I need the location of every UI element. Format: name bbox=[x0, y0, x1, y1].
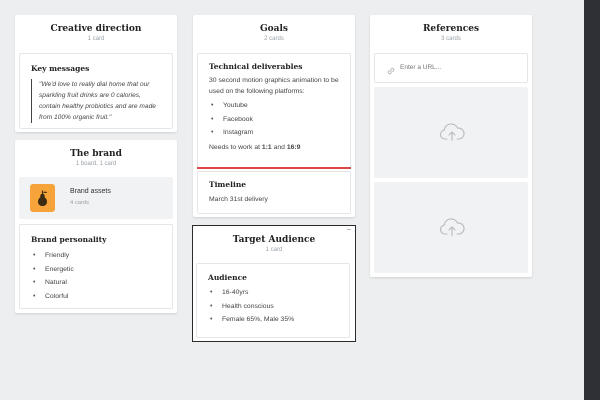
card-title: Brand personality bbox=[31, 235, 107, 244]
note-prefix: Needs to work at bbox=[209, 143, 262, 151]
url-card[interactable] bbox=[374, 53, 528, 83]
list-item: Energetic bbox=[31, 263, 161, 277]
cloud-upload-icon bbox=[439, 217, 465, 242]
platform-list: Youtube Facebook Instagram bbox=[209, 99, 339, 140]
list-item: Friendly bbox=[31, 249, 161, 263]
ratio-square: 1:1 bbox=[261, 143, 272, 151]
list-item: Colorful bbox=[31, 290, 161, 304]
list-item: Natural bbox=[31, 276, 161, 290]
pear-icon bbox=[30, 184, 55, 212]
column-title: Goals bbox=[259, 24, 288, 34]
list-item: Female 65%, Male 35% bbox=[208, 313, 338, 327]
card-title: Audience bbox=[208, 273, 247, 282]
brand-assets-board[interactable]: Brand assets 4 cards bbox=[19, 177, 173, 219]
audience-card[interactable]: Audience 16-40yrs Health conscious Femal… bbox=[196, 263, 350, 338]
link-icon bbox=[386, 63, 396, 81]
list-item: Facebook bbox=[209, 113, 339, 127]
cloud-upload-icon bbox=[439, 122, 465, 147]
column-creative-direction[interactable]: Creative direction 1 card Key messages "… bbox=[15, 15, 177, 132]
timeline-card[interactable]: Timeline March 31st delivery bbox=[197, 171, 351, 214]
upload-placeholder-1[interactable] bbox=[374, 87, 528, 178]
key-messages-card[interactable]: Key messages "We'd love to really dial h… bbox=[19, 53, 173, 129]
resize-handle[interactable] bbox=[347, 229, 351, 232]
technical-intro: 30 second motion graphics animation to b… bbox=[209, 77, 339, 95]
personality-list: Friendly Energetic Natural Colorful bbox=[31, 249, 161, 303]
card-title: Technical deliverables bbox=[209, 62, 303, 71]
technical-note: Needs to work at 1:1 and 16:9 bbox=[209, 142, 339, 153]
upload-placeholder-2[interactable] bbox=[374, 182, 528, 273]
card-title: Key messages bbox=[31, 64, 90, 73]
list-item: Instagram bbox=[209, 126, 339, 140]
column-subtitle: 2 cards bbox=[264, 36, 284, 42]
column-the-brand[interactable]: The brand 1 board, 1 card Brand assets 4… bbox=[15, 140, 177, 313]
audience-list: 16-40yrs Health conscious Female 65%, Ma… bbox=[208, 286, 338, 327]
column-references[interactable]: References 3 cards bbox=[370, 15, 532, 277]
brand-assets-title: Brand assets bbox=[70, 188, 111, 195]
note-mid: and bbox=[271, 143, 287, 151]
column-subtitle: 1 board, 1 card bbox=[75, 161, 117, 167]
column-title: Target Audience bbox=[232, 235, 316, 245]
red-divider bbox=[197, 167, 351, 169]
column-subtitle: 1 card bbox=[87, 36, 105, 42]
right-rail bbox=[584, 0, 600, 400]
technical-deliverables-card[interactable]: Technical deliverables 30 second motion … bbox=[197, 53, 351, 169]
card-title: Timeline bbox=[209, 180, 247, 189]
list-item: Youtube bbox=[209, 99, 339, 113]
column-subtitle: 1 card bbox=[265, 247, 283, 253]
ratio-wide: 16:9 bbox=[286, 143, 301, 151]
brand-personality-card[interactable]: Brand personality Friendly Energetic Nat… bbox=[19, 224, 173, 309]
column-goals[interactable]: Goals 2 cards Technical deliverables 30 … bbox=[193, 15, 355, 217]
column-subtitle: 3 cards bbox=[441, 36, 461, 42]
timeline-text: March 31st delivery bbox=[209, 196, 268, 203]
url-input[interactable] bbox=[400, 61, 518, 73]
list-item: 16-40yrs bbox=[208, 286, 338, 300]
column-target-audience[interactable]: Target Audience 1 card Audience 16-40yrs… bbox=[192, 225, 356, 342]
key-messages-quote: "We'd love to really dial home that our … bbox=[31, 79, 161, 123]
brand-assets-count: 4 cards bbox=[70, 200, 90, 206]
column-title: The brand bbox=[70, 149, 122, 159]
list-item: Health conscious bbox=[208, 300, 338, 314]
column-title: References bbox=[422, 24, 480, 34]
column-title: Creative direction bbox=[50, 24, 142, 34]
